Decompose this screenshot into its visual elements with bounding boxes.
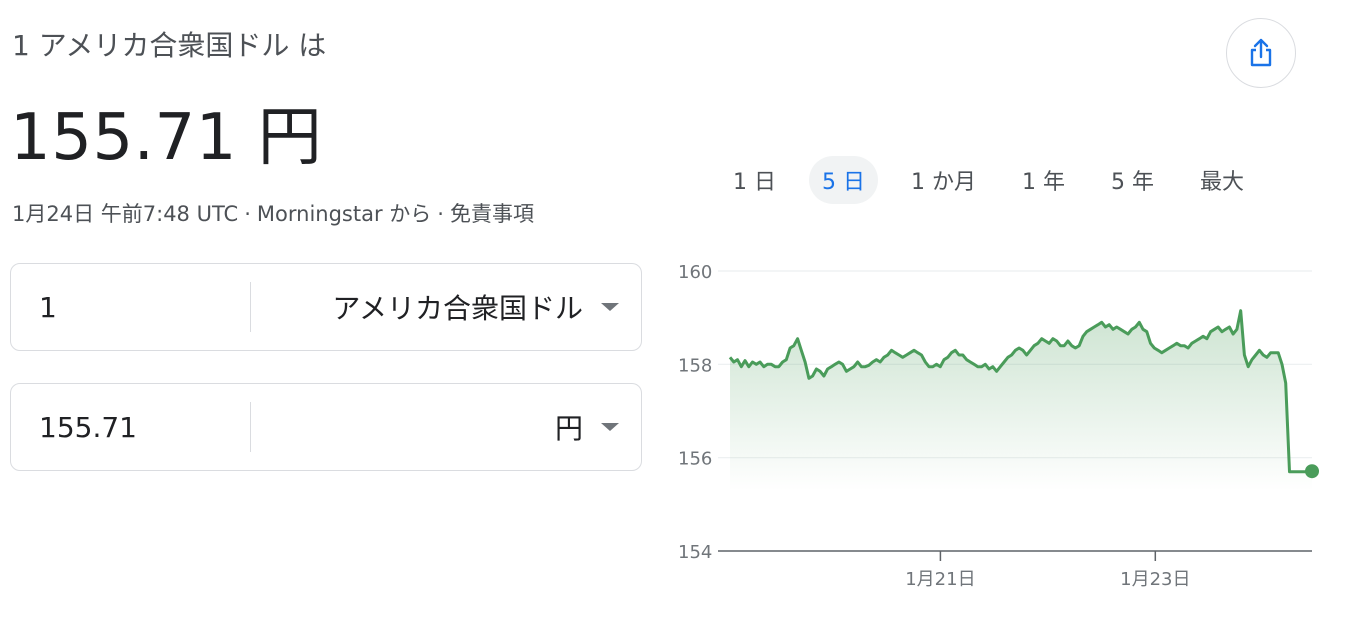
tab-1-day[interactable]: 1 日 [720, 156, 789, 204]
x-tick-label: 1月21日 [905, 569, 975, 590]
from-amount-input[interactable]: 1 [39, 264, 239, 350]
source-link[interactable]: Morningstar から [257, 202, 431, 226]
y-tick-label: 156 [678, 449, 712, 470]
divider [250, 402, 251, 452]
tab-5-years[interactable]: 5 年 [1098, 156, 1167, 204]
caret-down-icon [601, 423, 619, 431]
from-currency-row: 1 アメリカ合衆国ドル [10, 263, 642, 351]
exchange-rate-chart: 154 156 158 160 1月21日 1月23日 [678, 262, 1319, 590]
disclaimer-link[interactable]: 免責事項 [450, 202, 534, 226]
chart-area-fill [730, 310, 1312, 491]
tab-5-days[interactable]: 5 日 [809, 156, 878, 204]
tab-1-year[interactable]: 1 年 [1009, 156, 1078, 204]
tab-max[interactable]: 最大 [1187, 156, 1257, 204]
time-range-tabs: 1 日 5 日 1 か月 1 年 5 年 最大 [720, 156, 1257, 204]
exchange-rate-value: 155.71 円 [10, 101, 323, 175]
chart-end-point [1305, 464, 1319, 479]
rate-metadata: 1月24日 午前7:48 UTC · Morningstar から · 免責事項 [12, 198, 534, 228]
rate-timestamp: 1月24日 午前7:48 UTC [12, 202, 239, 226]
separator: · [437, 202, 444, 226]
to-currency-label: 円 [554, 412, 583, 445]
chart-axis: 1月21日 1月23日 [718, 550, 1312, 590]
to-currency-row: 155.71 円 [10, 383, 642, 471]
tab-1-month[interactable]: 1 か月 [898, 156, 989, 204]
caret-down-icon [601, 303, 619, 311]
divider [250, 282, 251, 332]
y-tick-label: 160 [678, 262, 712, 283]
y-tick-label: 158 [678, 355, 712, 376]
conversion-title: 1 アメリカ合衆国ドル は [12, 29, 327, 62]
to-currency-select[interactable]: 円 [555, 384, 619, 470]
from-currency-select[interactable]: アメリカ合衆国ドル [332, 264, 619, 350]
y-tick-label: 154 [678, 542, 712, 563]
share-icon [1250, 38, 1272, 67]
x-tick-label: 1月23日 [1120, 569, 1190, 590]
separator: · [244, 202, 251, 226]
from-currency-label: アメリカ合衆国ドル [332, 292, 583, 325]
share-button[interactable] [1226, 18, 1296, 88]
to-amount-input[interactable]: 155.71 [39, 384, 239, 470]
